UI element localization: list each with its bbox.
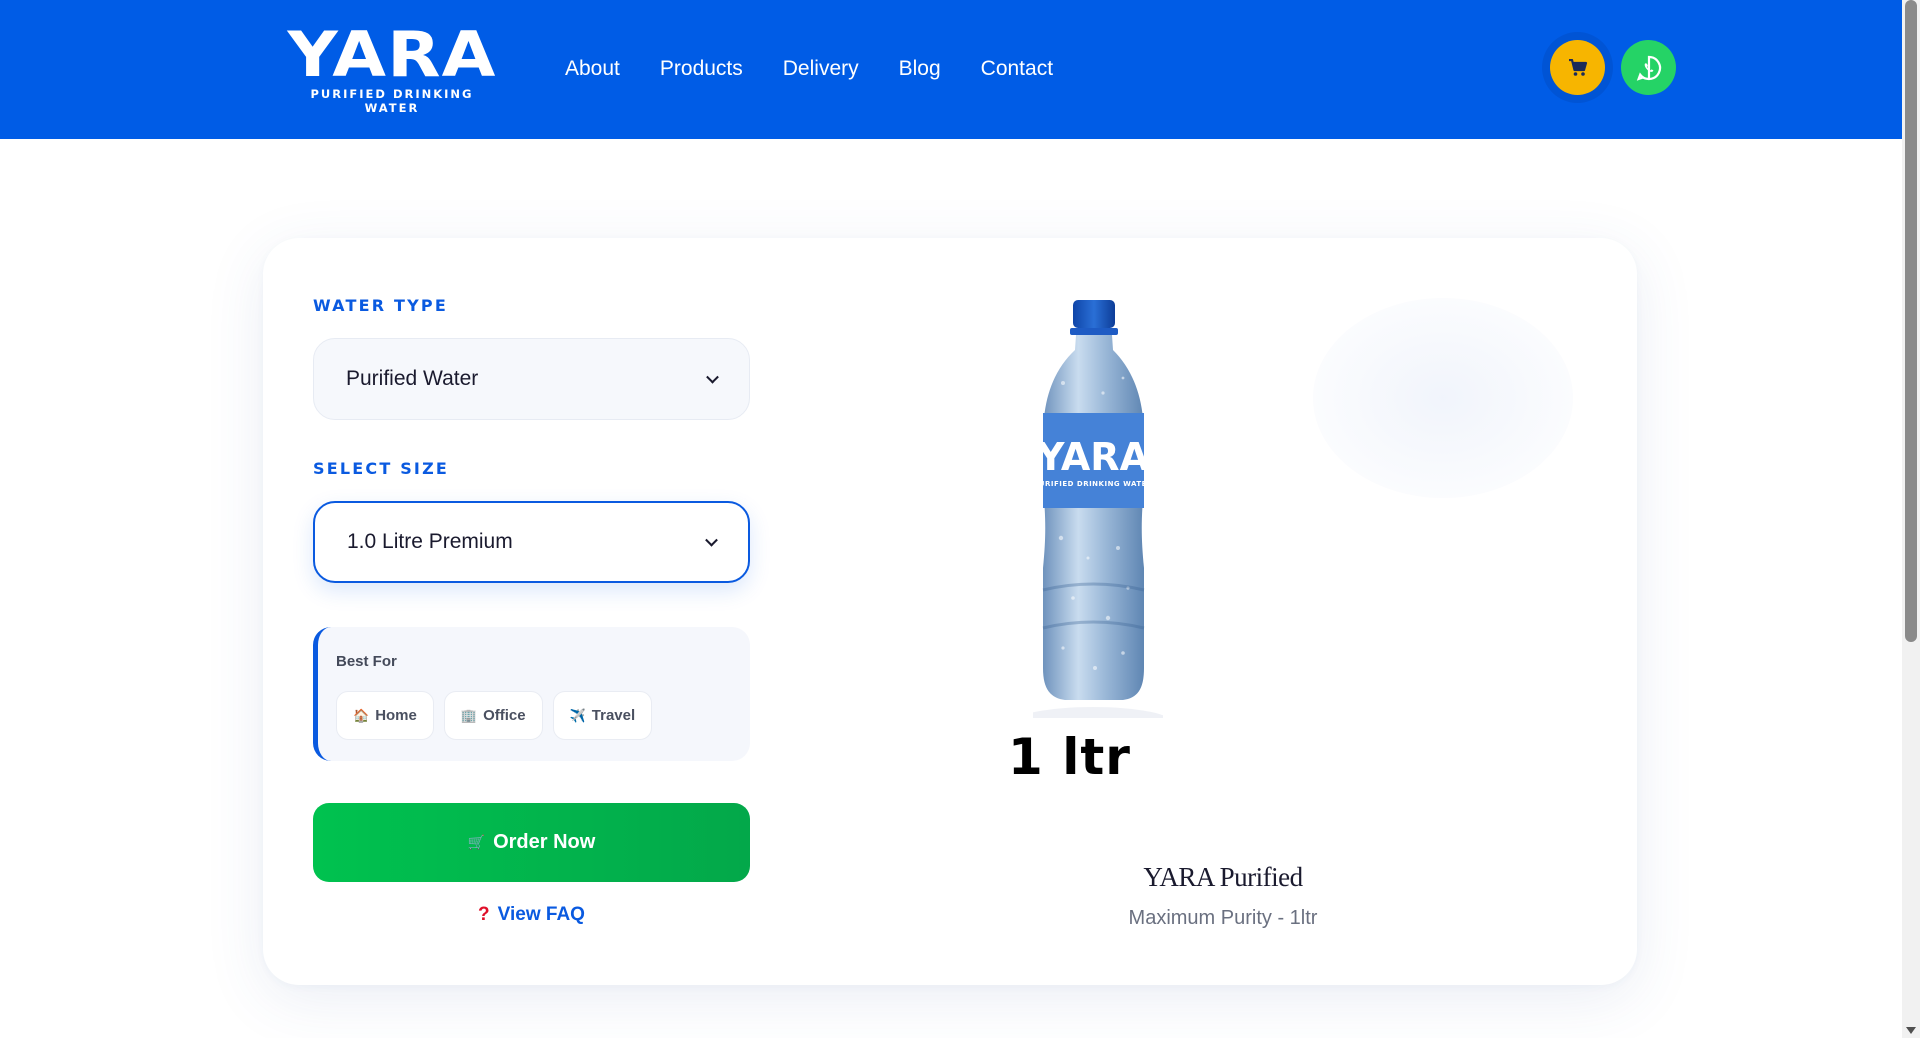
water-type-select[interactable]: Purified Water	[313, 338, 750, 420]
main-nav: About Products Delivery Blog Contact	[565, 55, 1093, 83]
product-bottle-image: YARA PURIFIED DRINKING WATER	[1013, 298, 1173, 739]
chip-label: Home	[375, 707, 417, 724]
select-size-label: SELECT SIZE	[313, 459, 450, 478]
page-scrollbar[interactable]	[1902, 0, 1920, 1038]
order-now-button[interactable]: 🛒 Order Now	[313, 803, 750, 882]
product-card: WATER TYPE Purified Water SELECT SIZE 1.…	[263, 238, 1637, 985]
chip-office: 🏢 Office	[443, 691, 543, 740]
nav-link-products[interactable]: Products	[660, 55, 743, 83]
bottle-brand-text: YARA	[1036, 435, 1150, 479]
site-header: YARA PURIFIED DRINKING WATER About Produ…	[0, 0, 1902, 139]
water-bottle-icon: YARA PURIFIED DRINKING WATER	[1013, 300, 1173, 739]
bottle-size-caption: 1 ltr	[1008, 728, 1131, 786]
water-type-value: Purified Water	[346, 367, 479, 390]
chip-travel: ✈️ Travel	[552, 691, 653, 740]
home-icon: 🏠	[353, 707, 370, 723]
best-for-panel: Best For 🏠 Home 🏢 Office ✈️ Travel	[313, 627, 750, 761]
brand-tagline: PURIFIED DRINKING WATER	[310, 87, 474, 115]
question-mark-icon: ?	[478, 904, 490, 925]
scroll-down-arrow-icon[interactable]	[1906, 1027, 1916, 1034]
bottle-tagline-text: PURIFIED DRINKING WATER	[1033, 480, 1153, 488]
view-faq-link[interactable]: ? View FAQ	[313, 904, 750, 926]
brand-name: YARA	[287, 18, 497, 91]
nav-link-blog[interactable]: Blog	[899, 55, 941, 83]
chevron-down-icon	[706, 370, 719, 384]
water-type-label: WATER TYPE	[313, 296, 448, 315]
order-now-label: Order Now	[493, 831, 596, 853]
nav-link-about[interactable]: About	[565, 55, 620, 83]
best-for-chips: 🏠 Home 🏢 Office ✈️ Travel	[336, 691, 653, 740]
background-glow	[1313, 298, 1573, 498]
scrollbar-thumb[interactable]	[1905, 0, 1917, 642]
chevron-down-icon	[705, 533, 718, 547]
nav-link-contact[interactable]: Contact	[981, 55, 1053, 83]
size-select[interactable]: 1.0 Litre Premium	[313, 501, 750, 583]
whatsapp-icon	[1636, 55, 1661, 81]
chip-label: Travel	[591, 707, 636, 724]
best-for-title: Best For	[336, 653, 397, 670]
faq-label: View FAQ	[497, 904, 585, 925]
cart-icon	[1568, 58, 1587, 76]
office-building-icon: 🏢	[460, 707, 478, 723]
cart-icon: 🛒	[467, 834, 486, 850]
chip-label: Office	[483, 707, 526, 724]
product-description: Maximum Purity - 1ltr	[1128, 907, 1318, 929]
airplane-icon: ✈️	[569, 707, 586, 723]
nav-link-delivery[interactable]: Delivery	[783, 55, 859, 83]
brand-logo[interactable]: YARA PURIFIED DRINKING WATER	[287, 24, 496, 116]
cart-button[interactable]	[1550, 40, 1605, 95]
whatsapp-button[interactable]	[1621, 40, 1676, 95]
size-value: 1.0 Litre Premium	[347, 530, 513, 553]
product-name: YARA Purified	[1143, 862, 1303, 892]
chip-home: 🏠 Home	[336, 691, 434, 740]
